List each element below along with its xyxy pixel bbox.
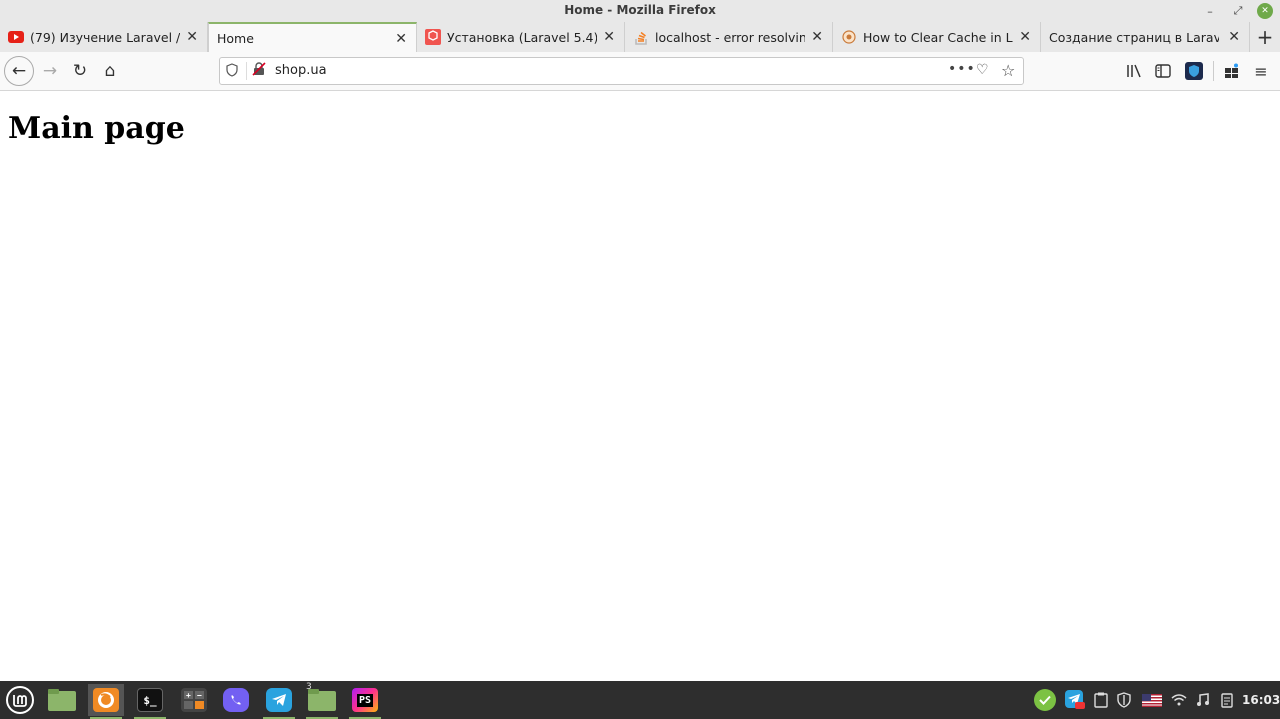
page-content: Main page [0, 91, 1280, 681]
keyboard-layout-flag-icon[interactable] [1141, 690, 1163, 710]
tab-laravel-install[interactable]: Установка (Laravel 5.4) — L ✕ [417, 22, 625, 52]
tab-youtube[interactable]: (79) Изучение Laravel / #2 ✕ [0, 22, 208, 52]
tab-home[interactable]: Home ✕ [208, 22, 417, 52]
tracking-protection-shield-icon[interactable] [226, 63, 238, 81]
maximize-button[interactable]: ⤢ [1230, 3, 1246, 19]
tab-close-icon[interactable]: ✕ [186, 29, 198, 45]
clipboard-icon[interactable] [1091, 690, 1111, 710]
vpn-extension-icon[interactable] [1185, 62, 1203, 80]
pocket-icon[interactable]: ♡ [976, 62, 989, 78]
mint-menu-button[interactable] [2, 684, 38, 716]
terminal-icon: $_ [137, 688, 163, 712]
firefox-icon [93, 688, 119, 712]
security-shield-icon[interactable] [1114, 690, 1134, 710]
tab-label: Создание страниц в Laravel / [1049, 29, 1219, 45]
tab-close-icon[interactable]: ✕ [811, 29, 823, 45]
calculator-icon: + − [181, 688, 207, 712]
phpstorm-icon-label: PS [356, 693, 374, 707]
svg-text:−: − [197, 691, 202, 700]
sidebar-icon[interactable] [1154, 62, 1172, 80]
close-window-button[interactable]: ✕ [1257, 3, 1273, 19]
tab-clear-cache[interactable]: How to Clear Cache in Lara ✕ [833, 22, 1041, 52]
tab-close-icon[interactable]: ✕ [395, 31, 407, 47]
toolbar-separator [1213, 61, 1214, 81]
minimize-button[interactable]: – [1202, 3, 1218, 19]
navigation-toolbar: ← → ↻ ⌂ shop.ua ••• ♡ ☆ ≡ [0, 52, 1280, 91]
hamburger-menu-icon[interactable]: ≡ [1252, 62, 1270, 81]
telegram-icon [266, 688, 292, 712]
site-icon [841, 29, 857, 45]
telegram-launcher[interactable] [261, 684, 297, 719]
tab-close-icon[interactable]: ✕ [603, 29, 615, 45]
folder-icon [308, 689, 336, 711]
svg-text:+: + [186, 691, 191, 700]
page-heading: Main page [8, 111, 185, 146]
window-titlebar: Home - Mozilla Firefox – ⤢ ✕ [0, 0, 1280, 22]
phpstorm-icon: PS [352, 688, 378, 712]
wifi-icon[interactable] [1169, 690, 1189, 710]
tab-label: localhost - error resolving ' [655, 29, 805, 45]
notes-icon[interactable] [1217, 690, 1237, 710]
laravel-icon [425, 29, 441, 45]
files-launcher[interactable] [44, 684, 80, 716]
tab-label: Home [217, 30, 254, 46]
tab-close-icon[interactable]: ✕ [1228, 29, 1240, 45]
url-bar[interactable]: shop.ua ••• ♡ ☆ [219, 57, 1024, 85]
home-button[interactable]: ⌂ [96, 57, 124, 85]
clock[interactable]: 16:03 [1242, 693, 1280, 707]
tab-close-icon[interactable]: ✕ [1019, 29, 1031, 45]
insecure-connection-icon[interactable] [252, 62, 266, 80]
bookmark-star-icon[interactable]: ☆ [1001, 61, 1015, 80]
reload-button[interactable]: ↻ [66, 57, 94, 85]
sound-music-icon[interactable] [1193, 690, 1213, 710]
folder-icon [48, 689, 76, 711]
tab-label: Установка (Laravel 5.4) — L [447, 29, 597, 45]
window-count-badge: 3 [306, 682, 312, 692]
extensions-puzzle-icon[interactable] [1223, 62, 1241, 80]
firefox-launcher[interactable] [88, 684, 124, 719]
stackoverflow-icon [633, 29, 649, 45]
url-divider [246, 62, 247, 80]
calculator-launcher[interactable]: + − [176, 684, 212, 716]
tab-stackoverflow[interactable]: localhost - error resolving ' ✕ [625, 22, 833, 52]
page-actions-more-icon[interactable]: ••• [948, 61, 976, 77]
tab-label: How to Clear Cache in Lara [863, 29, 1013, 45]
library-icon[interactable] [1125, 62, 1143, 80]
back-button[interactable]: ← [4, 56, 34, 86]
url-text[interactable]: shop.ua [275, 63, 327, 78]
taskbar: $_ + − 3 PS 16:03 [0, 681, 1280, 719]
youtube-icon [8, 29, 24, 45]
window-title: Home - Mozilla Firefox [564, 3, 716, 17]
new-tab-button[interactable]: + [1254, 25, 1276, 49]
update-manager-check-icon[interactable] [1034, 689, 1056, 711]
viber-launcher[interactable] [218, 684, 254, 716]
tab-strip: (79) Изучение Laravel / #2 ✕ Home ✕ Уста… [0, 22, 1280, 52]
forward-button[interactable]: → [36, 57, 64, 85]
viber-icon [223, 688, 249, 712]
tab-laravel-pages[interactable]: Создание страниц в Laravel / ✕ [1041, 22, 1250, 52]
phpstorm-launcher[interactable]: PS [347, 684, 383, 719]
telegram-tray-icon[interactable] [1065, 690, 1085, 710]
terminal-launcher[interactable]: $_ [132, 684, 168, 719]
tab-label: (79) Изучение Laravel / #2 [30, 29, 180, 45]
linux-mint-icon [6, 686, 34, 714]
